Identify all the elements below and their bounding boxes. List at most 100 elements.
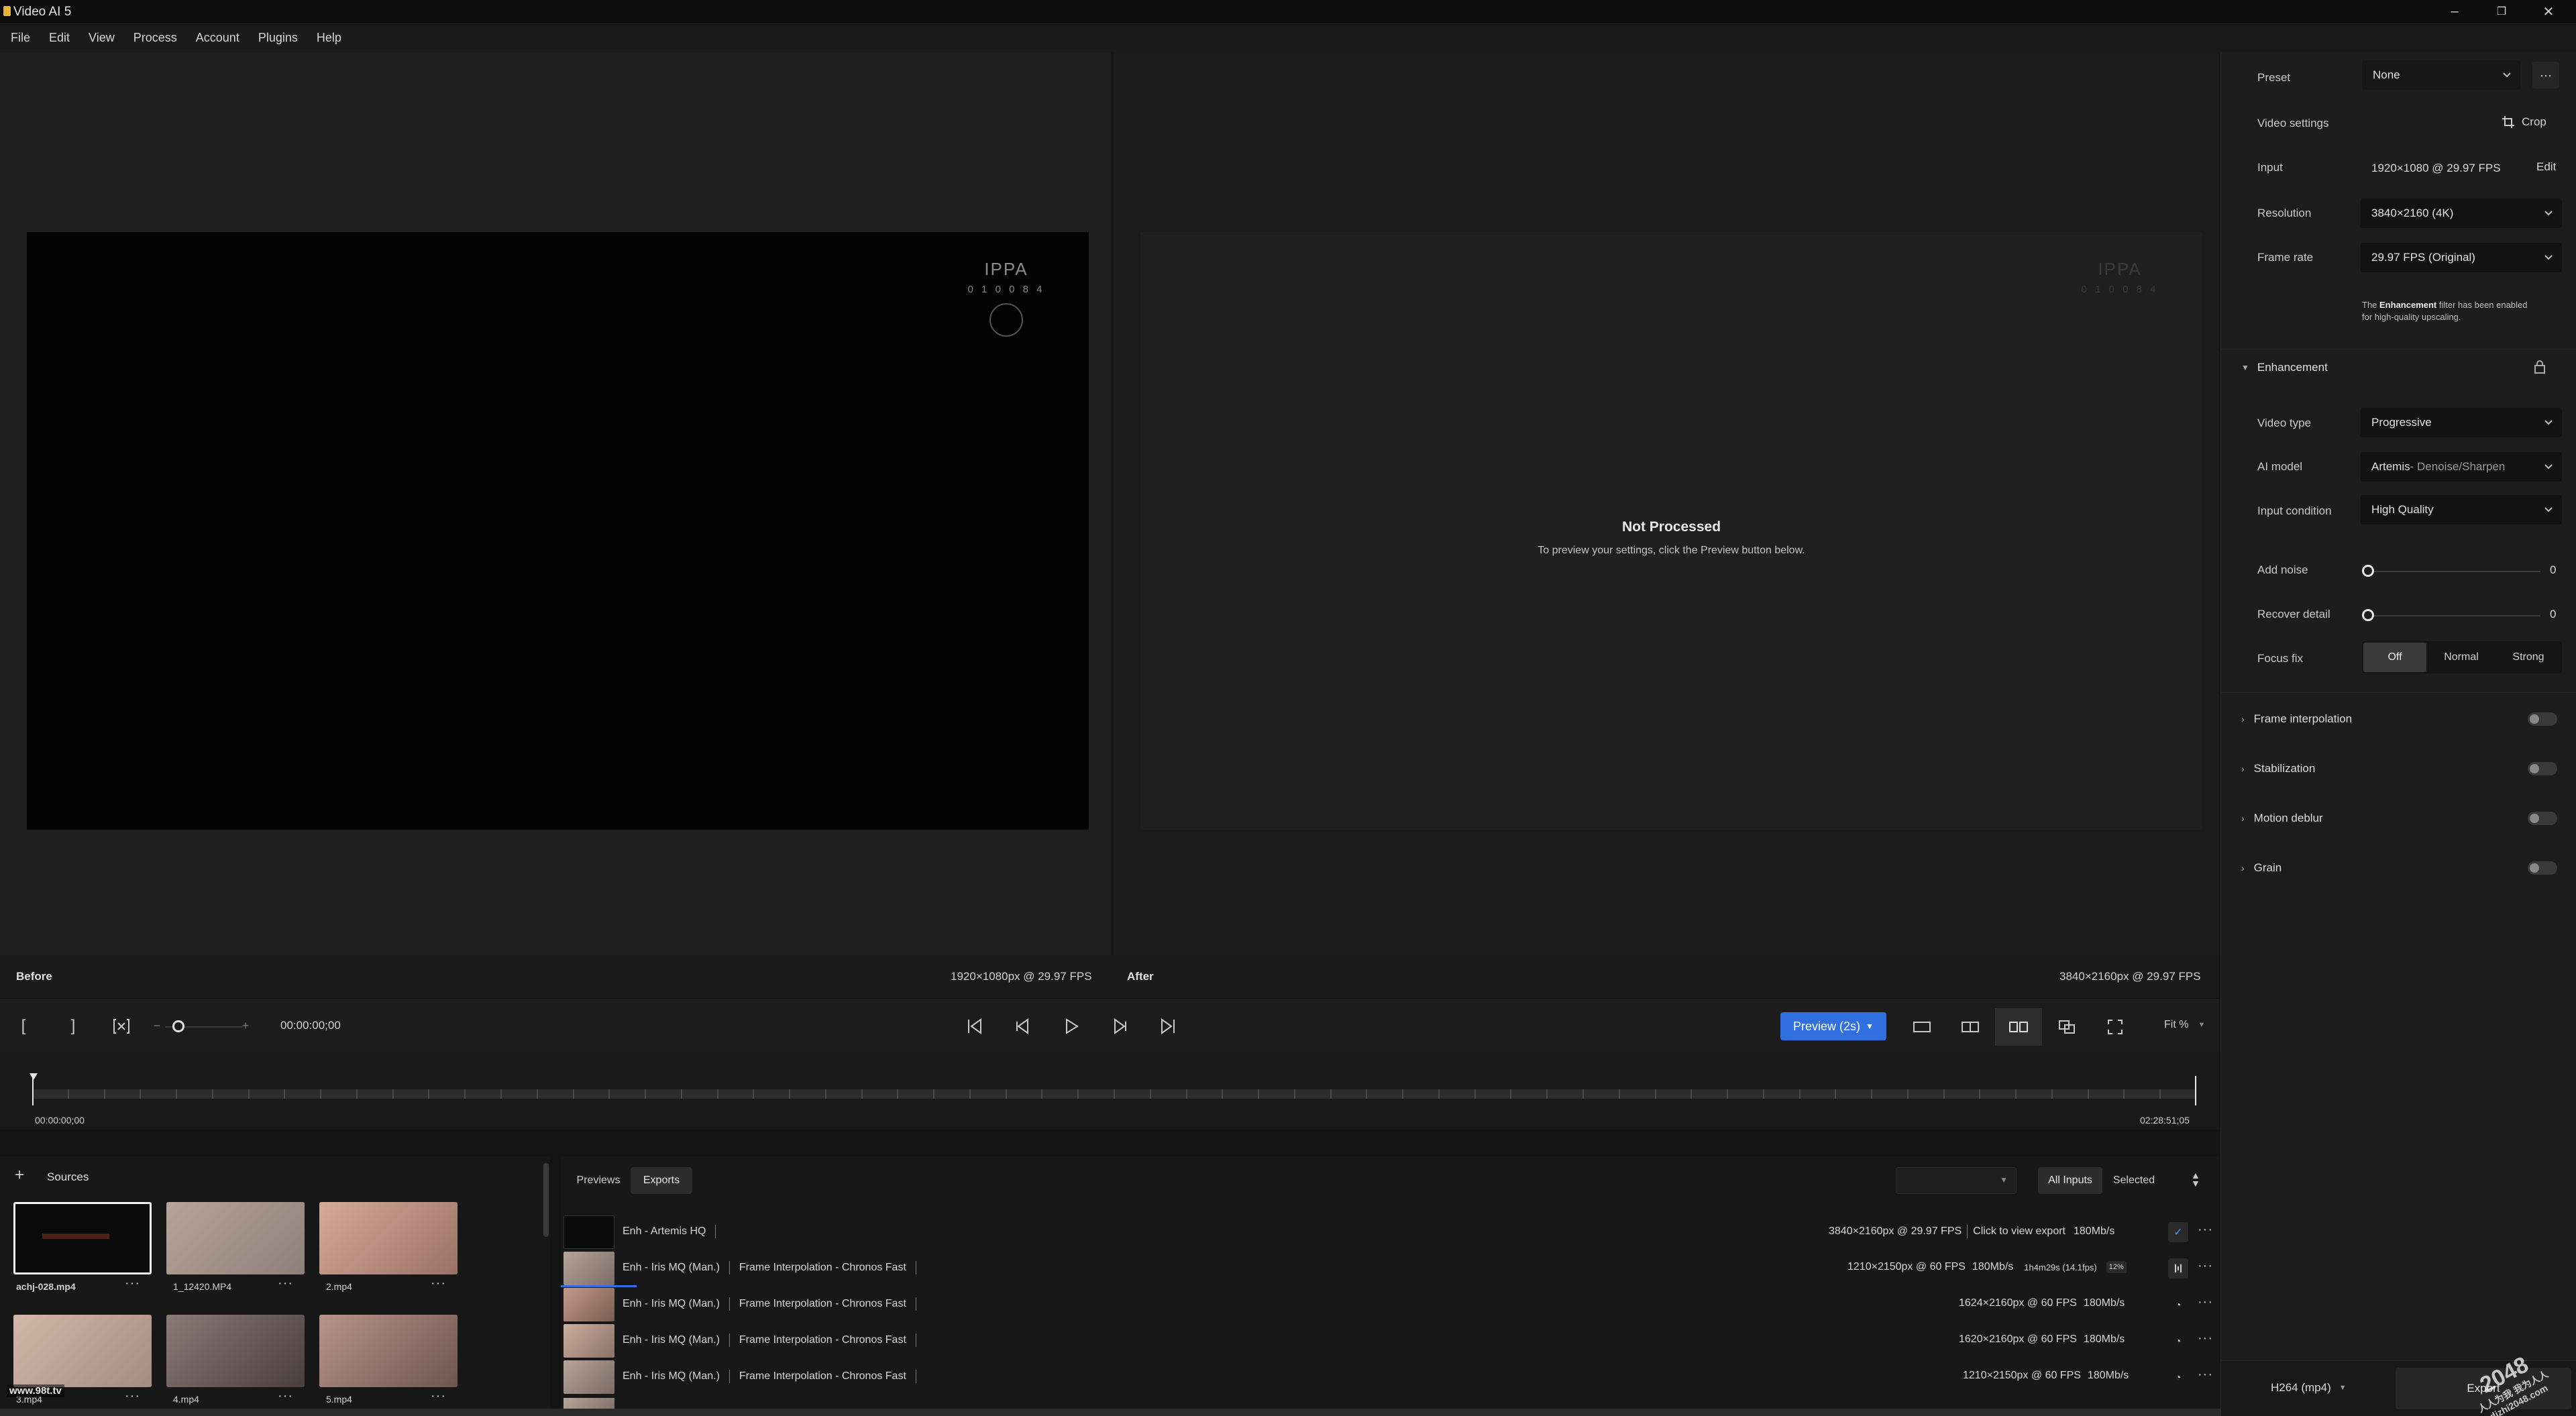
play-icon[interactable] (1060, 1015, 1083, 1038)
menu-process[interactable]: Process (133, 31, 177, 45)
tab-exports[interactable]: Exports (631, 1167, 692, 1194)
compare-view-icon[interactable] (2043, 1008, 2090, 1046)
frame-interpolation-toggle[interactable] (2528, 712, 2557, 726)
source-thumb-5[interactable] (166, 1315, 305, 1387)
timeline[interactable]: 00:00:00;00 02:28:51;05 (0, 1052, 2219, 1130)
queue-filter-select[interactable]: ▼ (1896, 1167, 2017, 1194)
menu-plugins[interactable]: Plugins (258, 31, 298, 45)
preview-button[interactable]: Preview (2s) ▼ (1780, 1012, 1886, 1040)
more-icon[interactable]: ··· (125, 1388, 140, 1404)
sources-scrollbar[interactable] (543, 1163, 549, 1237)
recover-detail-knob[interactable] (2362, 609, 2374, 621)
more-icon[interactable]: ··· (125, 1276, 140, 1291)
stabilization-header[interactable]: › Stabilization (2241, 762, 2315, 775)
grain-toggle[interactable] (2528, 861, 2557, 875)
timeline-in-marker[interactable] (32, 1076, 34, 1105)
grain-header[interactable]: › Grain (2241, 861, 2282, 875)
more-icon[interactable]: ··· (2198, 1295, 2213, 1310)
tab-previews[interactable]: Previews (568, 1167, 629, 1194)
filter-selected[interactable]: Selected (2104, 1167, 2164, 1194)
pause-icon[interactable] (2168, 1258, 2188, 1278)
queue-row[interactable]: Enh - Iris MQ (Man.) Frame Interpolation… (561, 1323, 2219, 1359)
previous-frame-icon[interactable] (1012, 1015, 1034, 1038)
side-by-side-view-icon[interactable] (1995, 1008, 2042, 1046)
resolution-select[interactable]: 3840×2160 (4K) (2361, 199, 2562, 228)
stopwatch-icon[interactable]: ◔ (2168, 1367, 2188, 1387)
sort-icon[interactable]: ▲ ▼ (2191, 1170, 2200, 1188)
export-format-select[interactable]: H264 (mp4) ▼ (2271, 1381, 2347, 1395)
timeline-out-marker[interactable] (2195, 1076, 2196, 1105)
next-frame-icon[interactable] (1108, 1015, 1131, 1038)
menu-account[interactable]: Account (196, 31, 239, 45)
queue-row[interactable]: Enh - Iris MQ (Man.) Frame Interpolation… (561, 1250, 2219, 1287)
menu-edit[interactable]: Edit (49, 31, 70, 45)
frame-rate-select[interactable]: 29.97 FPS (Original) (2361, 243, 2562, 272)
more-icon[interactable]: ··· (2198, 1258, 2213, 1274)
skip-to-end-icon[interactable] (1157, 1015, 1179, 1038)
source-thumb-2[interactable] (166, 1202, 305, 1274)
menu-help[interactable]: Help (317, 31, 341, 45)
queue-row[interactable]: Enh - Iris MQ (Man.) Frame Interpolation… (561, 1359, 2219, 1395)
motion-deblur-header[interactable]: › Motion deblur (2241, 812, 2323, 825)
more-icon[interactable]: ··· (278, 1388, 293, 1404)
skip-to-start-icon[interactable] (963, 1015, 986, 1038)
crop-button[interactable]: Crop (2502, 115, 2546, 129)
queue-row[interactable]: Enh - Iris MQ (Man.) Frame Interpolation… (561, 1287, 2219, 1323)
more-icon[interactable]: ··· (2198, 1222, 2213, 1238)
recover-detail-slider[interactable] (2369, 615, 2540, 616)
mark-in-button[interactable]: [ (13, 1015, 34, 1038)
menu-view[interactable]: View (89, 31, 115, 45)
single-view-icon[interactable] (1898, 1008, 1945, 1046)
zoom-out-icon[interactable]: − (152, 1019, 162, 1032)
after-video-frame[interactable]: IPPA 0 1 0 0 8 4 Not Processed To previe… (1140, 232, 2202, 830)
queue-row-thumb (564, 1215, 614, 1249)
playhead-icon[interactable] (30, 1073, 38, 1080)
stabilization-toggle[interactable] (2528, 762, 2557, 775)
frame-interpolation-label: Frame interpolation (2253, 712, 2353, 725)
motion-deblur-toggle[interactable] (2528, 812, 2557, 825)
focus-fix-off[interactable]: Off (2363, 643, 2426, 672)
focus-fix-strong[interactable]: Strong (2496, 643, 2561, 672)
edit-input-button[interactable]: Edit (2536, 160, 2556, 174)
more-icon[interactable]: ··· (431, 1276, 446, 1291)
source-thumb-1[interactable] (13, 1202, 152, 1274)
checkmark-icon[interactable]: ✓ (2168, 1222, 2188, 1242)
zoom-in-icon[interactable]: + (240, 1019, 251, 1032)
add-source-icon[interactable]: + (15, 1166, 24, 1185)
zoom-slider-knob[interactable] (172, 1020, 184, 1032)
view-export-link[interactable]: Click to view export (1973, 1226, 2065, 1238)
clear-marks-icon[interactable] (110, 1016, 133, 1036)
split-view-icon[interactable] (1947, 1008, 1994, 1046)
more-icon[interactable]: ··· (278, 1276, 293, 1291)
mark-out-button[interactable]: ] (63, 1015, 83, 1038)
add-noise-knob[interactable] (2362, 565, 2374, 577)
source-thumb-4[interactable] (13, 1315, 152, 1387)
more-icon[interactable]: ··· (2198, 1331, 2213, 1346)
close-window-button[interactable]: ✕ (2525, 0, 2572, 23)
export-queue: Previews Exports ▼ All Inputs Selected ▲… (561, 1156, 2219, 1416)
filter-all-inputs[interactable]: All Inputs (2038, 1167, 2102, 1194)
lock-icon[interactable] (2534, 360, 2546, 374)
menu-file[interactable]: File (11, 31, 30, 45)
maximize-button[interactable]: ❐ (2478, 0, 2525, 23)
fullscreen-icon[interactable] (2092, 1008, 2139, 1046)
add-noise-slider[interactable] (2369, 571, 2540, 572)
ai-model-select[interactable]: Artemis - Denoise/Sharpen (2361, 452, 2562, 482)
preset-more-icon[interactable]: ··· (2532, 62, 2559, 89)
source-thumb-3[interactable] (319, 1202, 458, 1274)
stopwatch-icon[interactable]: ◔ (2168, 1331, 2188, 1351)
before-video-frame[interactable]: IPPA 0 1 0 0 8 4 (27, 232, 1089, 830)
frame-interpolation-header[interactable]: › Frame interpolation (2241, 712, 2352, 726)
input-condition-select[interactable]: High Quality (2361, 495, 2562, 525)
preset-select[interactable]: None (2362, 60, 2520, 90)
source-thumb-6[interactable] (319, 1315, 458, 1387)
more-icon[interactable]: ··· (431, 1388, 446, 1404)
queue-row[interactable]: Enh - Artemis HQ 3840×2160px @ 29.97 FPS… (561, 1214, 2219, 1250)
video-type-select[interactable]: Progressive (2361, 408, 2562, 437)
focus-fix-normal[interactable]: Normal (2429, 643, 2493, 672)
more-icon[interactable]: ··· (2198, 1367, 2213, 1382)
zoom-select[interactable]: Fit % ▼ (2164, 1019, 2205, 1031)
stopwatch-icon[interactable]: ◔ (2168, 1295, 2188, 1315)
minimize-button[interactable]: – (2431, 0, 2478, 23)
enhancement-section-header[interactable]: ▼ Enhancement (2241, 361, 2328, 374)
